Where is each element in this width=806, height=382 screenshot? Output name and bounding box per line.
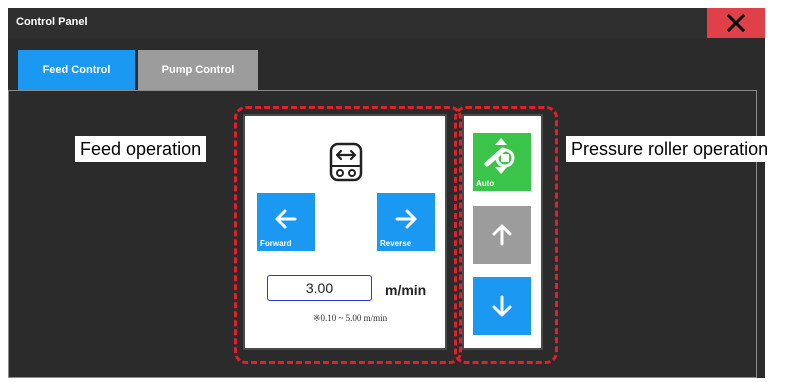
close-button[interactable] xyxy=(707,8,765,38)
forward-button[interactable]: Forward xyxy=(257,193,315,251)
feed-speed-input[interactable]: 3.00 xyxy=(267,275,372,301)
tab-bar: Feed Control Pump Control xyxy=(8,38,765,90)
reverse-button-label: Reverse xyxy=(380,239,412,248)
arrow-down-icon xyxy=(492,295,512,317)
reverse-button[interactable]: Reverse xyxy=(377,193,435,251)
speed-unit-label: m/min xyxy=(385,282,427,298)
arrow-left-icon xyxy=(275,209,297,229)
tab-feed-control[interactable]: Feed Control xyxy=(18,50,135,90)
pressure-roller-panel: Auto xyxy=(462,114,543,350)
arrow-up-icon xyxy=(492,224,512,246)
pressure-roller-auto-icon xyxy=(484,138,515,174)
feed-operation-callout: Feed operation xyxy=(75,136,207,162)
roller-up-button[interactable] xyxy=(473,206,531,264)
pressure-roller-callout: Pressure roller operation xyxy=(566,136,774,162)
forward-button-label: Forward xyxy=(260,239,292,248)
window-title: Control Panel xyxy=(16,16,88,28)
auto-button-label: Auto xyxy=(476,179,495,188)
close-icon xyxy=(727,14,745,32)
tab-pump-control[interactable]: Pump Control xyxy=(138,50,258,90)
title-bar: Control Panel xyxy=(8,8,765,38)
arrow-right-icon xyxy=(395,209,417,229)
roller-down-button[interactable] xyxy=(473,277,531,335)
feed-conveyor-icon xyxy=(329,142,363,182)
auto-button[interactable]: Auto xyxy=(473,133,531,191)
feed-operation-panel: Forward Reverse 3.00 m/min ※0.10 ~ 5.00 … xyxy=(243,114,447,350)
speed-range-note: ※0.10 ~ 5.00 m/min xyxy=(313,313,388,323)
